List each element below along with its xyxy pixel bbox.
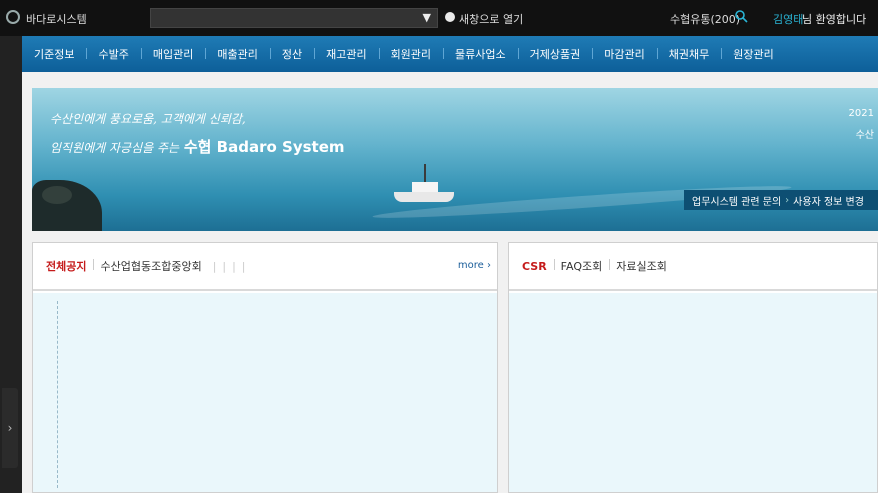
slogan-line-1: 수산인에게 풍요로움, 고객에게 신뢰감, [50,112,246,126]
sidebar-toggle-button[interactable]: › [2,388,18,468]
logo-icon [6,10,20,24]
left-sidebar: › [0,36,22,493]
more-link[interactable]: more › [458,260,491,271]
slogan-line-2: 임직원에게 자긍심을 주는 수협 Badaro System [50,136,345,157]
tab-federation[interactable]: 수산업협동조합중앙회 [93,258,208,274]
banner-year: 2021 [848,108,874,119]
nav-item-ledger[interactable]: 원장관리 [721,46,785,62]
user-name: 김영태 [773,13,804,26]
support-tabs: CSR FAQ조회 자료실조회 [509,243,877,291]
slogan-prefix: 임직원에게 자긍심을 주는 [50,141,180,155]
fishing-boat-image [394,164,454,204]
tab-all-notices[interactable]: 전체공지 [39,258,93,274]
organization-label: 수협유통(200) [670,13,741,26]
search-icon[interactable] [734,9,748,23]
more-label[interactable]: more [458,260,484,271]
chevron-right-icon: › [487,260,491,271]
tab-faq[interactable]: FAQ조회 [553,258,610,274]
profile-change-link[interactable]: 사용자 정보 변경 [793,193,864,208]
nav-item-geoje-voucher[interactable]: 거제상품권 [517,46,593,62]
nav-item-purchase[interactable]: 매입관리 [140,46,205,62]
hero-banner: 수산인에게 풍요로움, 고객에게 신뢰감, 임직원에게 자긍심을 주는 수협 B… [32,88,878,231]
chevron-right-icon: › [785,194,790,206]
nav-item-inventory[interactable]: 재고관리 [314,46,378,62]
open-new-window-radio[interactable] [445,12,455,22]
nav-item-closing[interactable]: 마감관리 [592,46,656,62]
nav-item-logistics[interactable]: 물류사업소 [443,46,518,62]
notice-tabs: 전체공지 수산업협동조합중앙회 |||| more › [33,243,497,291]
rock-image [42,186,72,204]
support-list [509,293,877,492]
app-title: 바다로시스템 [26,13,87,26]
banner-corp: 수산 [855,130,874,141]
main-nav: 기준정보 수발주 매입관리 매출관리 정산 재고관리 회원관리 물류사업소 거제… [22,36,878,72]
nav-item-settlement[interactable]: 정산 [269,46,314,62]
nav-item-basic-info[interactable]: 기준정보 [22,46,86,62]
divider [57,301,58,488]
top-bar: 바다로시스템 ▼ 새창으로 열기 수협유통(200) 김영태 님 환영합니다 [0,0,878,36]
tab-separators: |||| [212,259,252,273]
notice-list [33,293,497,492]
tab-csr[interactable]: CSR [515,260,554,273]
welcome-text: 님 환영합니다 [802,13,867,26]
support-panel: CSR FAQ조회 자료실조회 [508,242,878,493]
notice-panel: 전체공지 수산업협동조합중앙회 |||| more › [32,242,498,493]
system-selector[interactable]: ▼ [150,8,438,28]
open-new-window-label[interactable]: 새창으로 열기 [459,11,523,27]
main-content: 수산인에게 풍요로움, 고객에게 신뢰감, 임직원에게 자긍심을 주는 수협 B… [22,72,878,493]
tab-archive[interactable]: 자료실조회 [609,258,674,274]
inquiry-link[interactable]: 업무시스템 관련 문의 [692,193,781,208]
nav-item-sales[interactable]: 매출관리 [205,46,269,62]
chevron-right-icon[interactable]: › [8,421,13,435]
nav-item-orders[interactable]: 수발주 [86,46,140,62]
nav-item-members[interactable]: 회원관리 [378,46,443,62]
slogan-brand: 수협 Badaro System [183,138,345,156]
nav-item-receivables[interactable]: 채권채무 [656,46,721,62]
dropdown-caret-icon[interactable]: ▼ [423,11,431,24]
banner-links: 업무시스템 관련 문의 › 사용자 정보 변경 [684,190,878,210]
